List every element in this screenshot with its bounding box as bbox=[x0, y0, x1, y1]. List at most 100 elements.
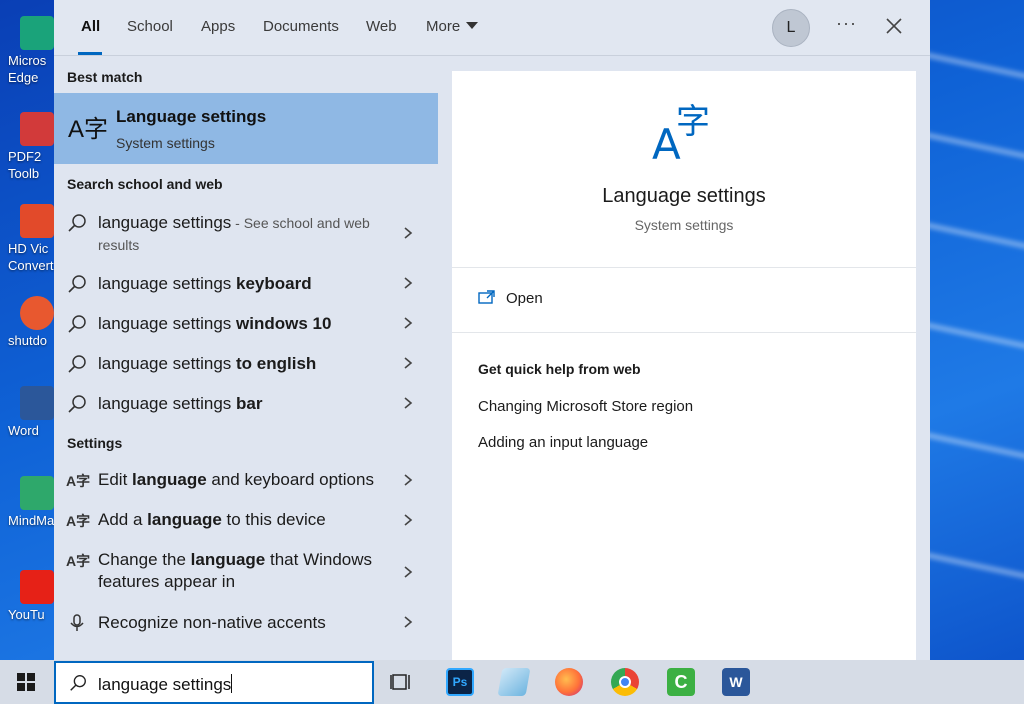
language-icon: A 字 bbox=[652, 102, 710, 161]
web-result-item[interactable]: language settings - See school and web r… bbox=[54, 212, 438, 258]
taskbar: language settings Ps C W bbox=[0, 660, 1024, 704]
language-icon: A字 bbox=[66, 513, 91, 529]
tab-apps[interactable]: Apps bbox=[201, 18, 235, 35]
settings-result-pre: Recognize non-native accents bbox=[98, 613, 326, 632]
web-result-bold: to english bbox=[236, 354, 317, 373]
quick-help-header: Get quick help from web bbox=[478, 361, 641, 377]
tab-more-label: More bbox=[426, 18, 461, 35]
web-result-text: language settings bbox=[98, 213, 232, 232]
chevron-right-icon bbox=[404, 277, 413, 289]
web-result-bold: bar bbox=[236, 394, 263, 413]
preview-subtitle: System settings bbox=[634, 217, 734, 233]
tab-more[interactable]: More bbox=[426, 18, 479, 35]
open-external-icon bbox=[478, 290, 495, 304]
desktop-icon-word[interactable]: Word bbox=[0, 386, 56, 439]
desktop-icon-label: Word bbox=[8, 423, 39, 438]
settings-result-bold: language bbox=[147, 510, 222, 529]
search-query: language settings bbox=[98, 675, 232, 694]
pdf-icon bbox=[20, 112, 54, 146]
desktop-icon-hdvideo[interactable]: HD Vic Convert bbox=[0, 204, 56, 274]
avatar[interactable]: L bbox=[772, 9, 810, 47]
search-tabs-bar: All School Apps Documents Web More L ··· bbox=[54, 0, 930, 56]
chevron-down-icon bbox=[466, 22, 479, 29]
search-icon bbox=[68, 275, 86, 293]
chevron-right-icon bbox=[404, 514, 413, 526]
chevron-right-icon bbox=[404, 474, 413, 486]
settings-result-pre: Add a bbox=[98, 510, 148, 529]
settings-result-post: and keyboard options bbox=[206, 470, 374, 489]
web-result-item[interactable]: language settings windows 10 bbox=[54, 313, 438, 337]
settings-result-item[interactable]: A字 Change the language that Windows feat… bbox=[54, 549, 438, 595]
tab-documents[interactable]: Documents bbox=[263, 18, 339, 35]
settings-result-pre: Edit bbox=[98, 470, 133, 489]
web-results-header: Search school and web bbox=[67, 176, 223, 192]
divider bbox=[452, 267, 916, 268]
web-result-text: language settings bbox=[98, 274, 236, 293]
firefox-icon[interactable] bbox=[555, 668, 583, 696]
settings-result-item[interactable]: A字 Add a language to this device bbox=[54, 509, 438, 533]
camtasia-icon[interactable]: C bbox=[667, 668, 695, 696]
open-action[interactable]: Open bbox=[478, 289, 543, 307]
best-match-subtitle: System settings bbox=[116, 135, 215, 151]
photoshop-icon[interactable]: Ps bbox=[446, 668, 474, 696]
desktop-icon-label: YouTu bbox=[8, 607, 45, 622]
settings-result-item[interactable]: Recognize non-native accents bbox=[54, 612, 438, 636]
best-match-title: Language settings bbox=[116, 107, 267, 126]
desktop-icon-shutdown[interactable]: shutdo bbox=[0, 296, 56, 349]
best-match-item[interactable]: A字 Language settings System settings bbox=[54, 93, 438, 164]
chevron-right-icon bbox=[404, 616, 413, 628]
web-result-bold: windows 10 bbox=[236, 314, 332, 333]
settings-header: Settings bbox=[67, 435, 123, 451]
chevron-right-icon bbox=[404, 227, 413, 239]
help-link[interactable]: Changing Microsoft Store region bbox=[478, 398, 693, 415]
settings-result-bold: language bbox=[132, 470, 207, 489]
chevron-right-icon bbox=[404, 397, 413, 409]
help-link[interactable]: Adding an input language bbox=[478, 434, 648, 451]
windows-start-icon[interactable] bbox=[16, 672, 36, 692]
tab-web[interactable]: Web bbox=[366, 18, 397, 35]
best-match-header: Best match bbox=[67, 69, 143, 85]
language-icon: A字 bbox=[68, 116, 109, 143]
search-icon bbox=[68, 395, 86, 413]
chevron-right-icon bbox=[404, 317, 413, 329]
web-result-text: language settings bbox=[98, 354, 236, 373]
web-result-bold: keyboard bbox=[236, 274, 312, 293]
desktop-icon-youtube[interactable]: YouTu bbox=[0, 570, 56, 623]
web-result-text: language settings bbox=[98, 314, 236, 333]
desktop-icon-edge[interactable]: Micros Edge bbox=[0, 16, 56, 86]
settings-result-bold: language bbox=[190, 550, 266, 569]
svg-text:字: 字 bbox=[676, 102, 710, 142]
youtube-icon bbox=[20, 570, 54, 604]
desktop-icon-mindmap[interactable]: MindMa bbox=[0, 476, 56, 529]
tab-all[interactable]: All bbox=[81, 18, 100, 35]
web-result-item[interactable]: language settings to english bbox=[54, 353, 438, 377]
search-icon bbox=[70, 675, 86, 691]
desktop-icon-pdf[interactable]: PDF2 Toolb bbox=[0, 112, 56, 182]
power-icon bbox=[20, 296, 54, 330]
active-tab-indicator bbox=[78, 52, 102, 55]
settings-result-item[interactable]: A字 Edit language and keyboard options bbox=[54, 469, 438, 493]
mindmap-icon bbox=[20, 476, 54, 510]
web-result-item[interactable]: language settings bar bbox=[54, 393, 438, 417]
word-icon bbox=[20, 386, 54, 420]
settings-result-post: to this device bbox=[221, 510, 326, 529]
taskbar-search-input[interactable]: language settings bbox=[54, 661, 374, 704]
video-converter-icon bbox=[20, 204, 54, 238]
desktop-icon-label: PDF2 Toolb bbox=[8, 149, 42, 181]
search-panel: All School Apps Documents Web More L ···… bbox=[54, 0, 930, 660]
open-label: Open bbox=[506, 290, 543, 307]
task-view-icon[interactable] bbox=[390, 671, 412, 693]
web-result-text: language settings bbox=[98, 394, 236, 413]
close-icon[interactable] bbox=[884, 16, 904, 36]
language-icon: A字 bbox=[66, 553, 91, 569]
word-icon[interactable]: W bbox=[722, 668, 750, 696]
preview-title: Language settings bbox=[602, 185, 766, 207]
preview-pane: A 字 Language settings System settings Op… bbox=[452, 71, 916, 660]
search-icon bbox=[68, 315, 86, 333]
chrome-icon[interactable] bbox=[611, 668, 639, 696]
more-options-icon[interactable]: ··· bbox=[836, 13, 857, 34]
notepad-icon[interactable] bbox=[497, 668, 531, 696]
web-result-item[interactable]: language settings keyboard bbox=[54, 273, 438, 297]
tab-school[interactable]: School bbox=[127, 18, 173, 35]
desktop-icon-label: shutdo bbox=[8, 333, 48, 348]
